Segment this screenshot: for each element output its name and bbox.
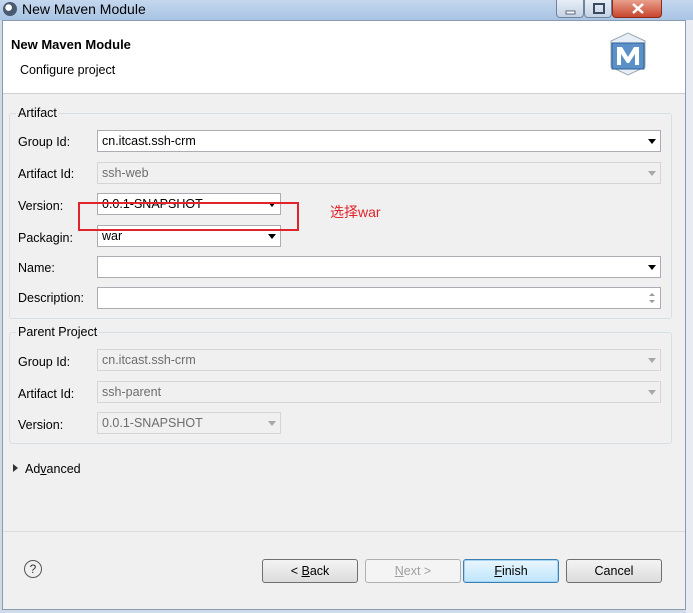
chevron-down-icon: [648, 358, 656, 363]
description-label: Description:: [18, 291, 84, 305]
page-subtitle: Configure project: [20, 63, 116, 77]
parent-version-combo: 0.0.1-SNAPSHOT: [97, 412, 281, 434]
name-combo[interactable]: [97, 256, 661, 278]
parent-artifact-id-label: Artifact Id:: [18, 387, 75, 401]
minimize-button[interactable]: [556, 0, 584, 18]
eclipse-app-icon: [3, 2, 17, 16]
group-id-combo[interactable]: cn.itcast.ssh-crm: [97, 130, 661, 152]
title-bar[interactable]: New Maven Module: [0, 0, 693, 20]
cancel-button[interactable]: Cancel: [566, 559, 662, 583]
maven-logo-icon: [610, 32, 646, 76]
chevron-down-icon: [648, 265, 656, 270]
parent-project-legend: Parent Project: [18, 325, 98, 339]
back-button[interactable]: < Back: [262, 559, 358, 583]
chevron-down-icon: [648, 390, 656, 395]
close-button[interactable]: [612, 0, 662, 18]
group-id-value: cn.itcast.ssh-crm: [102, 134, 196, 148]
parent-group-id-value: cn.itcast.ssh-crm: [102, 353, 196, 367]
maximize-icon: [593, 3, 605, 14]
packaging-value: war: [102, 229, 123, 243]
chevron-down-icon: [648, 139, 656, 144]
footer-divider: [3, 531, 685, 532]
packaging-highlight-box: [78, 202, 299, 231]
parent-artifact-id-value: ssh-parent: [102, 385, 162, 399]
group-id-label: Group Id:: [18, 135, 71, 149]
chevron-down-icon: [268, 421, 276, 426]
page-title: New Maven Module: [11, 37, 131, 52]
chevron-down-icon: [268, 234, 276, 239]
wizard-header: New Maven Module Configure project: [3, 21, 685, 94]
maximize-button[interactable]: [584, 0, 612, 18]
parent-group-id-label: Group Id:: [18, 355, 71, 369]
help-icon[interactable]: ?: [24, 560, 42, 578]
annotation-text: 选择war: [330, 204, 381, 220]
finish-button[interactable]: Finish: [463, 559, 559, 583]
window-title: New Maven Module: [22, 1, 146, 17]
artifact-id-combo: ssh-web: [97, 162, 661, 184]
expand-arrow-icon: [13, 464, 18, 472]
scroll-arrows-icon[interactable]: [644, 288, 660, 308]
minimize-icon: [565, 10, 576, 15]
version-label: Version:: [18, 199, 64, 213]
artifact-id-value: ssh-web: [102, 166, 149, 180]
advanced-toggle[interactable]: Advanced: [13, 462, 81, 476]
description-input[interactable]: [97, 287, 661, 309]
parent-version-value: 0.0.1-SNAPSHOT: [102, 416, 203, 430]
parent-group-id-combo: cn.itcast.ssh-crm: [97, 349, 661, 371]
dialog: New Maven Module Configure project Artif…: [2, 20, 686, 610]
parent-version-label: Version:: [18, 418, 64, 432]
close-icon: [632, 3, 644, 14]
packaging-label: Packagin:: [18, 231, 73, 245]
artifact-legend: Artifact: [18, 106, 57, 120]
name-label: Name:: [18, 261, 55, 275]
parent-artifact-id-combo: ssh-parent: [97, 381, 661, 403]
chevron-down-icon: [648, 171, 656, 176]
artifact-id-label: Artifact Id:: [18, 167, 75, 181]
next-button: Next >: [365, 559, 461, 583]
background-window-edge: [686, 20, 693, 613]
